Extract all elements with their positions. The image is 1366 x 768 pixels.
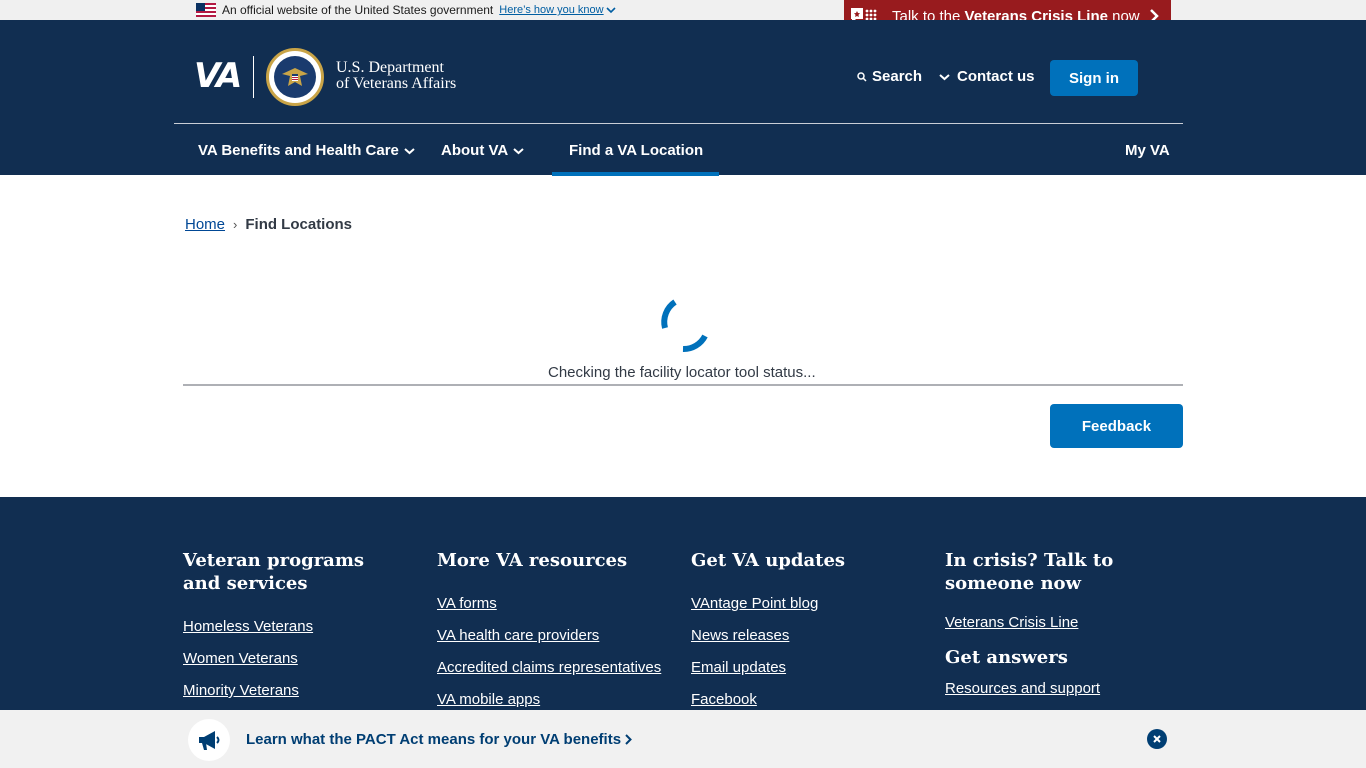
footer-col-crisis: In crisis? Talk to someone now Veterans … (945, 549, 1185, 712)
content-divider (183, 384, 1183, 386)
footer-col-programs: Veteran programs and services Homeless V… (183, 549, 403, 714)
site-header: VA U.S. Department of Veterans Affairs S… (0, 20, 1366, 176)
nav-item-find-location[interactable]: Find a VA Location (551, 142, 720, 176)
footer-col-updates: Get VA updates VAntage Point blog News r… (691, 549, 921, 723)
nav-item-about[interactable]: About VA (441, 142, 524, 159)
footer-heading: Veteran programs and services (183, 550, 365, 594)
footer-heading: More VA resources (437, 550, 628, 571)
gov-banner-text: An official website of the United States… (222, 3, 494, 17)
footer-link[interactable]: News releases (691, 627, 921, 659)
close-promo-button[interactable] (1147, 729, 1167, 749)
how-you-know-link[interactable]: Here’s how you know (499, 4, 616, 16)
va-seal-icon (266, 48, 324, 106)
footer-link[interactable]: VA health care providers (437, 627, 677, 659)
footer-link[interactable]: Accredited claims representatives (437, 659, 677, 691)
breadcrumb-current: Find Locations (245, 216, 353, 233)
footer-col-resources: More VA resources VA forms VA health car… (437, 549, 677, 723)
chevron-down-icon (513, 147, 524, 154)
chevron-right-icon (625, 734, 632, 745)
loading-status-text: Checking the facility locator tool statu… (548, 364, 816, 381)
footer-link[interactable]: Email updates (691, 659, 921, 691)
feedback-button[interactable]: Feedback (1050, 404, 1183, 448)
pact-act-promo-banner: Learn what the PACT Act means for your V… (0, 710, 1366, 768)
footer-link[interactable]: Resources and support (945, 680, 1185, 712)
footer-heading: Get VA updates (691, 550, 846, 571)
pact-act-link[interactable]: Learn what the PACT Act means for your V… (246, 731, 632, 748)
footer-heading: In crisis? Talk to someone now (945, 550, 1114, 594)
nav-item-my-va[interactable]: My VA (1125, 142, 1170, 159)
chevron-down-icon (606, 7, 616, 14)
loading-spinner-icon (661, 299, 708, 352)
search-button[interactable]: Search (857, 68, 950, 85)
breadcrumb: Home › Find Locations (185, 216, 352, 233)
megaphone-icon (188, 719, 230, 761)
search-icon (857, 71, 867, 82)
us-flag-icon (196, 3, 216, 17)
breadcrumb-separator: › (233, 217, 238, 232)
footer-link[interactable]: VAntage Point blog (691, 595, 921, 627)
footer-link[interactable]: VA forms (437, 595, 677, 627)
department-name: U.S. Department of Veterans Affairs (336, 59, 457, 92)
va-logo[interactable]: VA (194, 56, 242, 96)
close-icon (1153, 735, 1161, 743)
footer-link[interactable]: Homeless Veterans (183, 618, 403, 650)
footer-link[interactable]: Women Veterans (183, 650, 403, 682)
logo-divider (253, 56, 254, 98)
main-nav: VA Benefits and Health Care About VA Fin… (0, 124, 1366, 176)
footer-heading: Get answers (945, 647, 1068, 668)
breadcrumb-home-link[interactable]: Home (185, 216, 225, 233)
chevron-down-icon (404, 147, 415, 154)
footer-link[interactable]: Veterans Crisis Line (945, 614, 1185, 646)
nav-item-benefits[interactable]: VA Benefits and Health Care (198, 142, 415, 159)
chevron-down-icon (939, 73, 950, 80)
contact-us-link[interactable]: Contact us (957, 68, 1035, 85)
sign-in-button[interactable]: Sign in (1050, 60, 1138, 96)
